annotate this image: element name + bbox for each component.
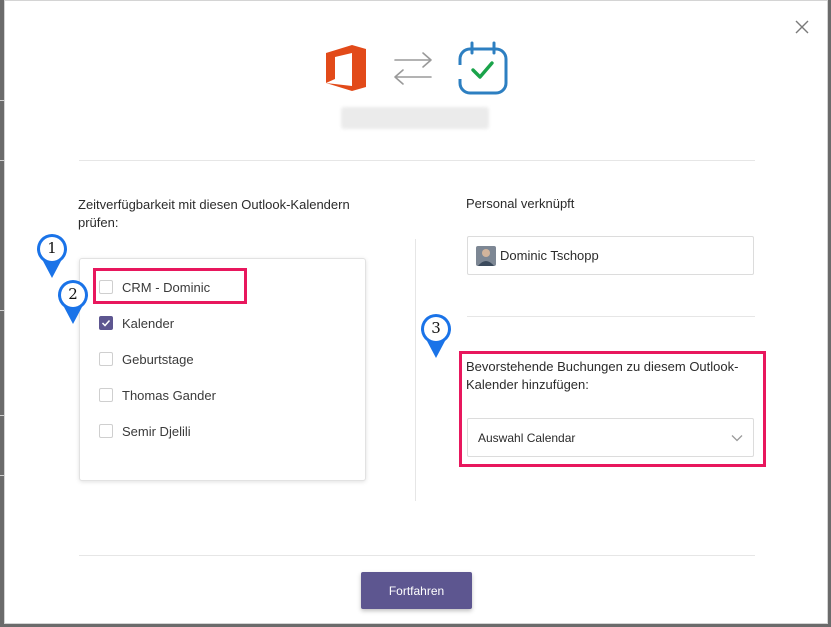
calendar-check-logo-icon (458, 41, 508, 95)
highlight-box-calendar-option (93, 268, 247, 304)
microsoft-office-logo-icon (326, 45, 366, 91)
calendar-option-semir-djelili[interactable]: Semir Djelili (99, 421, 191, 441)
staff-name: Dominic Tschopp (500, 248, 599, 263)
divider (79, 160, 755, 161)
linked-staff-field: Dominic Tschopp (467, 236, 754, 275)
annotation-marker-3: 3 (419, 313, 453, 359)
calendar-option-label: Thomas Gander (122, 387, 216, 403)
calendar-availability-heading: Zeitverfügbarkeit mit diesen Outlook-Kal… (78, 197, 350, 230)
checkbox[interactable] (99, 424, 113, 438)
divider (79, 555, 755, 556)
avatar (476, 245, 496, 266)
highlight-box-booking-calendar (459, 351, 766, 467)
column-divider (415, 239, 416, 501)
linked-staff-heading: Personal verknüpft (466, 196, 575, 211)
close-icon (795, 20, 809, 34)
calendar-option-label: Geburtstage (122, 351, 194, 367)
blurred-account-name (341, 107, 489, 129)
continue-button[interactable]: Fortfahren (361, 572, 472, 609)
annotation-marker-1: 1 (35, 233, 69, 279)
calendar-option-label: Semir Djelili (122, 423, 191, 439)
annotation-marker-2: 2 (56, 279, 90, 325)
checkbox-checked[interactable] (99, 316, 113, 330)
calendar-option-label: Kalender (122, 315, 175, 331)
integration-logos (5, 41, 827, 101)
close-button[interactable] (791, 16, 813, 38)
marker-number: 2 (68, 285, 78, 303)
marker-number: 3 (431, 319, 441, 337)
outlook-connect-dialog: Zeitverfügbarkeit mit diesen Outlook-Kal… (4, 0, 828, 624)
calendar-option-thomas-gander[interactable]: Thomas Gander (99, 385, 216, 405)
divider (467, 316, 755, 317)
calendar-option-geburtstage[interactable]: Geburtstage (99, 349, 194, 369)
checkbox[interactable] (99, 352, 113, 366)
marker-number: 1 (47, 239, 57, 257)
swap-arrows-icon (394, 52, 432, 85)
checkbox[interactable] (99, 388, 113, 402)
calendar-option-kalender[interactable]: Kalender (99, 313, 174, 333)
checkmark-icon (101, 319, 111, 327)
